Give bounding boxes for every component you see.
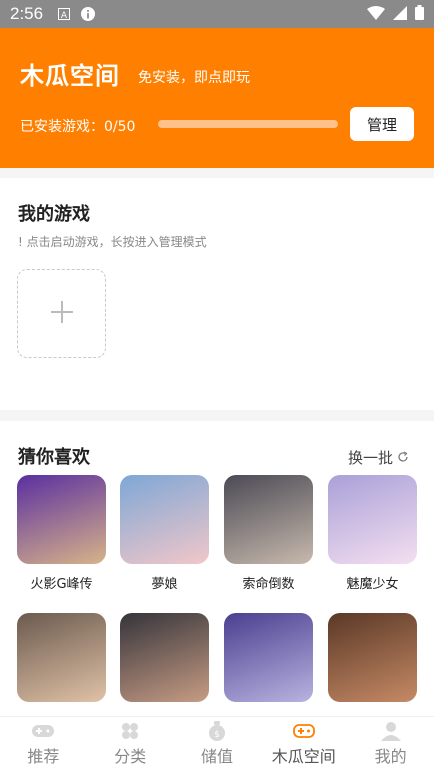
font-a-icon: A	[57, 7, 71, 21]
game-thumbnail[interactable]	[224, 613, 313, 702]
game-tile[interactable]	[120, 613, 209, 711]
recommend-title: 猜你喜欢	[18, 447, 90, 468]
bottom-navigation: 推荐 分类 $ 储值 木瓜空间 我的	[0, 716, 434, 771]
wifi-icon	[367, 5, 385, 24]
game-tile[interactable]: 夢娘	[120, 475, 209, 592]
app-header: 木瓜空间 免安装，即点即玩 已安装游戏：0/50 管理	[0, 28, 434, 168]
signal-icon	[393, 5, 407, 24]
my-games-section: 我的游戏 ! 点击启动游戏，长按进入管理模式	[0, 178, 434, 410]
game-thumbnail[interactable]	[224, 475, 313, 564]
money-bag-icon: $	[205, 721, 229, 741]
svg-text:A: A	[61, 11, 68, 20]
nav-label: 推荐	[27, 747, 60, 766]
nav-item-4[interactable]: 我的	[347, 717, 434, 771]
status-time: 2:56	[10, 4, 44, 23]
nav-item-1[interactable]: 分类	[87, 717, 174, 771]
plus-icon	[50, 300, 73, 327]
game-thumbnail[interactable]	[17, 475, 106, 564]
nav-item-0[interactable]: 推荐	[0, 717, 87, 771]
game-tile[interactable]: 魅魔少女	[328, 475, 417, 592]
nav-label: 分类	[114, 747, 147, 766]
game-thumbnail[interactable]	[120, 613, 209, 702]
game-tile[interactable]: 火影G峰传	[17, 475, 106, 592]
installed-progress-bar	[158, 120, 338, 128]
gamepad-icon	[31, 721, 55, 741]
add-game-button[interactable]	[17, 269, 106, 358]
game-tile[interactable]	[17, 613, 106, 711]
gamepad-active-icon	[292, 721, 316, 741]
refresh-button[interactable]: 换一批	[348, 447, 409, 468]
nav-label: 木瓜空间	[271, 747, 336, 766]
game-thumbnail[interactable]	[328, 613, 417, 702]
game-name: 魅魔少女	[346, 577, 399, 592]
game-tile[interactable]: 索命倒数	[224, 475, 313, 592]
game-name: 索命倒数	[242, 577, 295, 592]
nav-item-3[interactable]: 木瓜空间	[260, 717, 347, 771]
refresh-label: 换一批	[348, 449, 394, 467]
installed-count: 已安装游戏：0/50	[20, 119, 136, 135]
game-name: 火影G峰传	[30, 577, 93, 592]
game-tile[interactable]	[328, 613, 417, 711]
manage-button[interactable]: 管理	[350, 107, 414, 141]
battery-icon	[415, 4, 424, 24]
category-icon	[118, 721, 142, 741]
refresh-icon	[397, 449, 409, 467]
game-tile[interactable]	[224, 613, 313, 711]
recommend-section: 猜你喜欢 换一批 火影G峰传 夢娘 索命倒数 魅魔少女	[0, 421, 434, 721]
nav-item-2[interactable]: $ 储值	[174, 717, 261, 771]
app-title: 木瓜空间	[20, 62, 120, 90]
game-name: 夢娘	[151, 577, 178, 592]
svg-text:$: $	[214, 730, 220, 740]
user-icon	[379, 721, 403, 741]
status-bar: 2:56 A	[0, 0, 434, 28]
nav-label: 我的	[374, 747, 407, 766]
my-games-title: 我的游戏	[18, 204, 90, 225]
game-thumbnail[interactable]	[328, 475, 417, 564]
game-thumbnail[interactable]	[120, 475, 209, 564]
my-games-hint: ! 点击启动游戏，长按进入管理模式	[18, 235, 207, 249]
info-icon	[81, 7, 96, 21]
game-thumbnail[interactable]	[17, 613, 106, 702]
app-subtitle: 免安装，即点即玩	[138, 70, 250, 86]
nav-label: 储值	[200, 747, 233, 766]
